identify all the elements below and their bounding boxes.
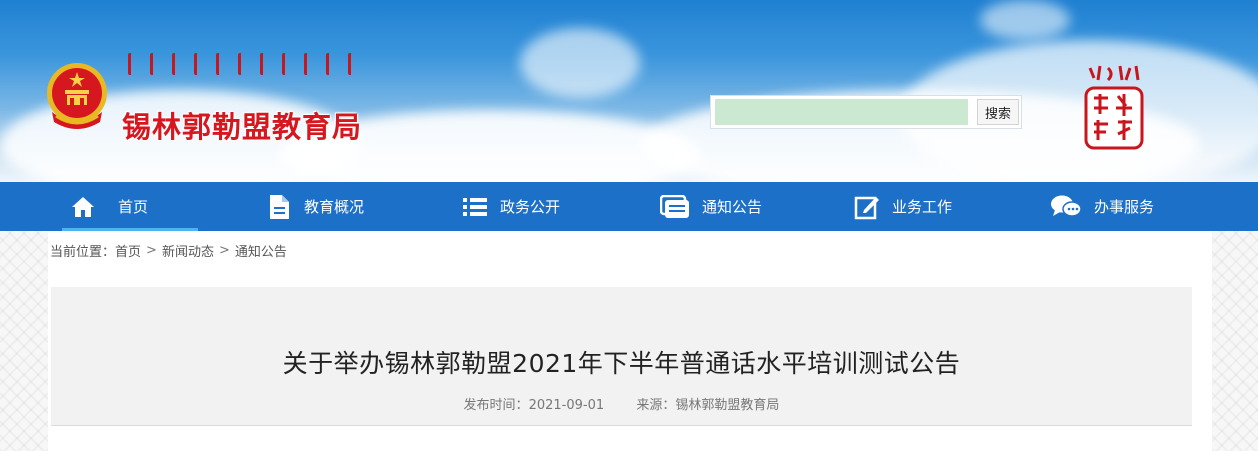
- nav-label: 首页: [118, 198, 149, 216]
- breadcrumb: 当前位置： 首页 > 新闻动态 > 通知公告: [50, 241, 287, 260]
- site-title[interactable]: 锡林郭勒盟教育局: [122, 104, 362, 146]
- nav-item-home[interactable]: 首页: [62, 182, 198, 231]
- nav-label: 通知公告: [702, 198, 763, 216]
- nav-item-business[interactable]: 业务工作: [854, 182, 952, 231]
- nav-label: 办事服务: [1094, 198, 1155, 216]
- mongolian-script-logo: [128, 52, 384, 76]
- nav-label: 业务工作: [892, 198, 953, 216]
- nav-item-services[interactable]: 办事服务: [1050, 182, 1154, 231]
- publish-label: 发布时间：: [463, 398, 529, 413]
- nav-item-notices[interactable]: 通知公告: [660, 182, 762, 231]
- main-nav: 首页 教育概况 政务公开 通知公告 业务工作 办事服务: [0, 182, 1258, 231]
- seal-logo-icon: [1084, 65, 1144, 150]
- nav-item-public-affairs[interactable]: 政务公开: [462, 182, 560, 231]
- article-header: 关于举办锡林郭勒盟2021年下半年普通话水平培训测试公告 发布时间：2021-0…: [51, 287, 1192, 425]
- source-label: 来源：: [636, 398, 676, 413]
- breadcrumb-item-news[interactable]: 新闻动态: [162, 241, 214, 260]
- publish-date: 2021-09-01: [528, 398, 605, 413]
- side-pattern-left: [0, 231, 48, 451]
- breadcrumb-separator: >: [146, 242, 157, 258]
- breadcrumb-prefix: 当前位置：: [50, 244, 116, 260]
- nav-label: 教育概况: [304, 198, 365, 216]
- home-icon: [70, 194, 96, 220]
- cloud-decoration: [980, 0, 1070, 40]
- site-header: 锡林郭勒盟教育局 搜索: [0, 0, 1258, 182]
- search-input[interactable]: [715, 99, 968, 125]
- breadcrumb-item-home[interactable]: 首页: [115, 241, 141, 260]
- article-meta: 发布时间：2021-09-01 来源：锡林郭勒盟教育局: [51, 394, 1192, 413]
- search-button[interactable]: 搜索: [977, 99, 1019, 125]
- search-box: 搜索: [710, 95, 1022, 129]
- notice-icon: [660, 194, 690, 220]
- divider: [51, 425, 1192, 426]
- list-icon: [462, 194, 488, 220]
- breadcrumb-item-notices[interactable]: 通知公告: [235, 241, 287, 260]
- article-title: 关于举办锡林郭勒盟2021年下半年普通话水平培训测试公告: [282, 349, 961, 378]
- national-emblem-icon[interactable]: [44, 60, 110, 134]
- nav-item-overview[interactable]: 教育概况: [266, 182, 364, 231]
- document-icon: [266, 194, 292, 220]
- source-value: 锡林郭勒盟教育局: [675, 398, 780, 413]
- side-pattern-right: [1212, 231, 1258, 451]
- nav-label: 政务公开: [500, 198, 561, 216]
- edit-icon: [854, 194, 880, 220]
- cloud-decoration: [520, 28, 640, 98]
- breadcrumb-separator: >: [218, 242, 230, 258]
- chat-icon: [1050, 194, 1082, 220]
